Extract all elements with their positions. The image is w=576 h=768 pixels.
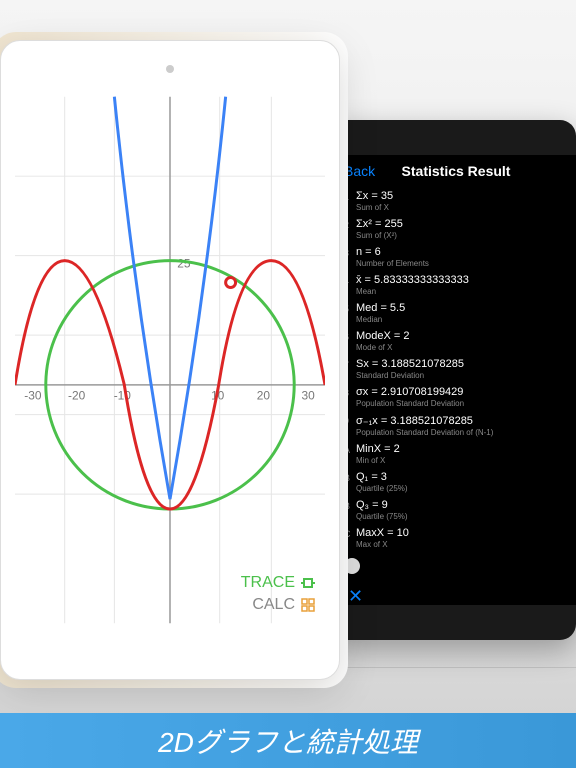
- stat-row[interactable]: 1Σx = 35Sum of X: [344, 187, 568, 215]
- svg-text:-30: -30: [24, 389, 42, 403]
- stat-sub: Median: [356, 315, 568, 324]
- stat-main: Q₁ = 3: [356, 471, 568, 483]
- caption-banner: 2Dグラフと統計処理: [0, 713, 576, 768]
- svg-text:-10: -10: [114, 389, 132, 403]
- stat-sub: Mean: [356, 287, 568, 296]
- stat-row[interactable]: 5Med = 5.5Median: [344, 299, 568, 327]
- stat-content: Σx² = 255Sum of (X²): [356, 218, 568, 240]
- back-button[interactable]: Back: [344, 163, 375, 179]
- stat-sub: Min of X: [356, 456, 568, 465]
- stat-main: σx = 2.910708199429: [356, 386, 568, 398]
- stat-main: Med = 5.5: [356, 302, 568, 314]
- stat-sub: Sum of X: [356, 203, 568, 212]
- calc-label: CALC: [252, 596, 295, 614]
- stat-sub: Sum of (X²): [356, 231, 568, 240]
- stat-main: MaxX = 10: [356, 527, 568, 539]
- graph-screen[interactable]: -30 -20 -10 10 20 30 25 TRA: [15, 96, 325, 624]
- close-button[interactable]: ✕: [336, 580, 576, 605]
- stat-main: MinX = 2: [356, 443, 568, 455]
- stat-main: Q₃ = 9: [356, 499, 568, 511]
- stat-row[interactable]: 3n = 6Number of Elements: [344, 243, 568, 271]
- stat-content: σ₋₁x = 3.188521078285Population Standard…: [356, 414, 568, 437]
- stat-sub: Number of Elements: [356, 259, 568, 268]
- stat-content: Sx = 3.188521078285Standard Deviation: [356, 358, 568, 380]
- stat-content: Q₃ = 9Quartile (75%): [356, 499, 568, 521]
- banner-text: 2Dグラフと統計処理: [158, 721, 418, 761]
- svg-text:-20: -20: [68, 389, 86, 403]
- stat-content: n = 6Number of Elements: [356, 246, 568, 268]
- trace-label: TRACE: [241, 574, 295, 592]
- stat-main: Σx² = 255: [356, 218, 568, 230]
- stat-row[interactable]: BQ₃ = 9Quartile (75%): [344, 496, 568, 524]
- ipad-black-device: Back Statistics Result 1Σx = 35Sum of X2…: [326, 120, 576, 640]
- stat-row[interactable]: CMaxX = 10Max of X: [344, 524, 568, 552]
- camera-icon: [166, 65, 174, 73]
- stat-sub: Mode of X: [356, 343, 568, 352]
- stat-content: MinX = 2Min of X: [356, 443, 568, 465]
- stat-sub: Standard Deviation: [356, 371, 568, 380]
- stat-sub: Quartile (75%): [356, 512, 568, 521]
- svg-text:30: 30: [301, 389, 315, 403]
- trace-button[interactable]: TRACE: [241, 574, 315, 592]
- stat-main: x̄ = 5.83333333333333: [356, 274, 568, 286]
- stat-main: Sx = 3.188521078285: [356, 358, 568, 370]
- stat-main: ModeX = 2: [356, 330, 568, 342]
- stats-screen[interactable]: Back Statistics Result 1Σx = 35Sum of X2…: [336, 155, 576, 605]
- stat-row[interactable]: 8σx = 2.910708199429Population Standard …: [344, 383, 568, 411]
- stat-row[interactable]: AMinX = 2Min of X: [344, 440, 568, 468]
- ipad-white-device: -30 -20 -10 10 20 30 25 TRA: [0, 40, 340, 680]
- calc-icon: [301, 598, 315, 612]
- stat-sub: Population Standard Deviation of (N-1): [356, 428, 568, 437]
- stat-row[interactable]: BQ₁ = 3Quartile (25%): [344, 468, 568, 496]
- stat-row[interactable]: 6ModeX = 2Mode of X: [344, 327, 568, 355]
- stat-sub: Max of X: [356, 540, 568, 549]
- stat-row[interactable]: 4x̄ = 5.83333333333333Mean: [344, 271, 568, 299]
- stat-content: Σx = 35Sum of X: [356, 190, 568, 212]
- stat-main: Σx = 35: [356, 190, 568, 202]
- stat-content: σx = 2.910708199429Population Standard D…: [356, 386, 568, 408]
- stat-content: ModeX = 2Mode of X: [356, 330, 568, 352]
- stat-content: Q₁ = 3Quartile (25%): [356, 471, 568, 493]
- graph-svg: -30 -20 -10 10 20 30 25: [15, 96, 325, 624]
- graph-buttons: TRACE CALC: [241, 570, 315, 614]
- stat-content: x̄ = 5.83333333333333Mean: [356, 274, 568, 296]
- svg-text:20: 20: [257, 389, 271, 403]
- calc-button[interactable]: CALC: [241, 596, 315, 614]
- stat-row[interactable]: 7Sx = 3.188521078285Standard Deviation: [344, 355, 568, 383]
- stat-content: MaxX = 10Max of X: [356, 527, 568, 549]
- stat-main: n = 6: [356, 246, 568, 258]
- stat-row[interactable]: 9σ₋₁x = 3.188521078285Population Standar…: [344, 411, 568, 440]
- stat-sub: Population Standard Deviation: [356, 399, 568, 408]
- trace-icon: [301, 576, 315, 590]
- svg-text:25: 25: [177, 257, 191, 271]
- graph-canvas[interactable]: -30 -20 -10 10 20 30 25: [15, 96, 325, 624]
- stats-list: 1Σx = 35Sum of X2Σx² = 255Sum of (X²)3n …: [336, 187, 576, 552]
- stat-sub: Quartile (25%): [356, 484, 568, 493]
- stat-main: σ₋₁x = 3.188521078285: [356, 414, 568, 427]
- stat-content: Med = 5.5Median: [356, 302, 568, 324]
- stats-header: Back Statistics Result: [336, 155, 576, 187]
- stat-row[interactable]: 2Σx² = 255Sum of (X²): [344, 215, 568, 243]
- stats-title: Statistics Result: [402, 163, 511, 179]
